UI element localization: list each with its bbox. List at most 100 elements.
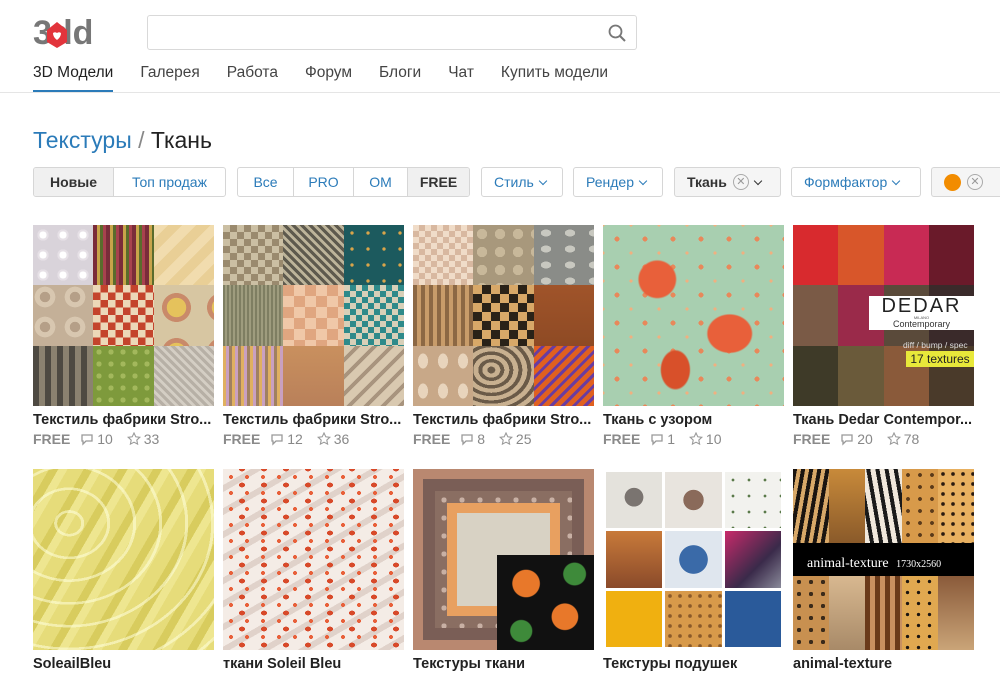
clear-color-icon[interactable]: ✕: [967, 174, 983, 191]
nav-blogs[interactable]: Блоги: [379, 63, 421, 92]
card-title[interactable]: animal-texture: [793, 656, 974, 672]
sort-new[interactable]: Новые: [34, 168, 113, 196]
render-label: Рендер: [586, 174, 634, 190]
comment-count: 12: [287, 431, 303, 447]
comment-count: 1: [667, 431, 676, 447]
card-meta: FREE 12 36: [223, 431, 404, 447]
dedar-label: DEDAR MILANO Contemporary: [869, 296, 974, 330]
card-thumbnail[interactable]: [33, 469, 214, 650]
nav-buy-models[interactable]: Купить модели: [501, 63, 608, 92]
nav-3d-models[interactable]: 3D Модели: [33, 63, 114, 92]
card-thumbnail[interactable]: [223, 225, 404, 406]
comment-count: 10: [97, 431, 113, 447]
dedar-maps: diff / bump / spec: [903, 340, 968, 350]
breadcrumb-current: Ткань: [150, 127, 212, 153]
access-all[interactable]: Все: [238, 168, 293, 196]
card-thumbnail[interactable]: animal-texture 1730x2560: [793, 469, 974, 650]
formfactor-label: Формфактор: [804, 174, 888, 190]
star-icon: [316, 432, 331, 446]
card-thumbnail[interactable]: [33, 225, 214, 406]
clear-material-icon[interactable]: ✕: [732, 174, 749, 191]
main-nav: 3D Модели Галерея Работа Форум Блоги Чат…: [33, 63, 635, 92]
header-divider: [0, 92, 1000, 93]
access-pro[interactable]: PRO: [293, 168, 353, 196]
star-icon: [886, 432, 901, 446]
star-icon: [498, 432, 513, 446]
card-thumbnail[interactable]: DEDAR MILANO Contemporary diff / bump / …: [793, 225, 974, 406]
comment-icon: [841, 434, 853, 446]
material-label: Ткань: [687, 174, 727, 190]
star-count: 33: [143, 431, 160, 447]
dedar-line: Contemporary: [892, 319, 951, 329]
card-title[interactable]: Текстуры ткани: [413, 656, 594, 672]
render-dropdown[interactable]: Рендер: [573, 167, 663, 197]
card-thumbnail[interactable]: [413, 469, 594, 650]
star-count: 36: [333, 431, 350, 447]
card-thumbnail[interactable]: [603, 225, 784, 406]
star-count: 25: [515, 431, 532, 447]
nav-forum[interactable]: Форум: [305, 63, 352, 92]
card-title[interactable]: Ткань Dedar Contempor...: [793, 412, 974, 428]
access-free[interactable]: FREE: [407, 168, 469, 196]
nav-work[interactable]: Работа: [227, 63, 278, 92]
star-icon: [688, 432, 703, 446]
texture-card[interactable]: Текстиль фабрики Stro... FREE 8 25: [413, 225, 594, 447]
chevron-down-icon: [892, 176, 901, 186]
style-dropdown[interactable]: Стиль: [481, 167, 563, 197]
chevron-down-icon: [638, 176, 648, 186]
comment-icon: [651, 434, 663, 446]
breadcrumb-separator: /: [131, 127, 151, 153]
texture-card[interactable]: Ткань с узором FREE 1 10: [603, 225, 784, 447]
comment-count: 20: [857, 431, 873, 447]
color-swatch: [944, 173, 961, 191]
card-title[interactable]: Ткань с узором: [603, 412, 784, 428]
texture-card[interactable]: Текстуры ткани: [413, 469, 594, 672]
material-dropdown[interactable]: Ткань ✕: [674, 167, 781, 197]
chevron-down-icon: [753, 176, 763, 186]
card-thumbnail[interactable]: [413, 225, 594, 406]
nav-gallery[interactable]: Галерея: [140, 63, 199, 92]
style-label: Стиль: [494, 174, 534, 190]
card-meta: FREE 1 10: [603, 431, 784, 447]
search-input[interactable]: [148, 16, 588, 49]
star-icon: [126, 432, 141, 446]
card-title[interactable]: ткани Soleil Bleu: [223, 656, 404, 672]
star-count: 10: [705, 431, 722, 447]
texture-card[interactable]: SoleailBleu: [33, 469, 214, 672]
logo[interactable]: 3dd: [33, 14, 121, 52]
card-title[interactable]: Текстиль фабрики Stro...: [223, 412, 404, 428]
card-thumbnail[interactable]: [223, 469, 404, 650]
comment-icon: [81, 434, 93, 446]
search-box[interactable]: [147, 15, 637, 50]
formfactor-dropdown[interactable]: Формфактор: [791, 167, 921, 197]
card-title[interactable]: SoleailBleu: [33, 656, 214, 672]
breadcrumb-textures[interactable]: Текстуры: [33, 127, 132, 153]
color-filter[interactable]: ✕: [931, 167, 1000, 197]
sort-top-sales[interactable]: Топ продаж: [113, 168, 225, 196]
card-title[interactable]: Текстиль фабрики Stro...: [33, 412, 214, 428]
free-badge: FREE: [603, 431, 641, 447]
access-group: Все PRO OM FREE: [237, 167, 470, 197]
card-meta: FREE 20 78: [793, 431, 974, 447]
card-thumbnail[interactable]: [603, 469, 784, 650]
comment-icon: [271, 434, 283, 446]
nav-chat[interactable]: Чат: [448, 63, 474, 92]
card-meta: FREE 10 33: [33, 431, 214, 447]
comment-count: 8: [477, 431, 486, 447]
free-badge: FREE: [793, 431, 831, 447]
card-title[interactable]: Текстиль фабрики Stro...: [413, 412, 594, 428]
access-om[interactable]: OM: [353, 168, 407, 196]
texture-card[interactable]: ткани Soleil Bleu: [223, 469, 404, 672]
dedar-count: 17 textures: [906, 351, 974, 367]
texture-card[interactable]: animal-texture 1730x2560 animal-texture: [793, 469, 974, 672]
search-icon[interactable]: [608, 24, 626, 42]
card-title[interactable]: Текстуры подушек: [603, 656, 784, 672]
card-meta: FREE 8 25: [413, 431, 594, 447]
chevron-down-icon: [538, 176, 548, 186]
breadcrumb: Текстуры / Ткань: [33, 127, 212, 154]
texture-card[interactable]: Текстуры подушек: [603, 469, 784, 672]
animal-label: animal-texture: [807, 556, 889, 571]
texture-card[interactable]: Текстиль фабрики Stro... FREE 12 36: [223, 225, 404, 447]
texture-card[interactable]: DEDAR MILANO Contemporary diff / bump / …: [793, 225, 974, 447]
texture-card[interactable]: Текстиль фабрики Stro... FREE 10 33: [33, 225, 214, 447]
